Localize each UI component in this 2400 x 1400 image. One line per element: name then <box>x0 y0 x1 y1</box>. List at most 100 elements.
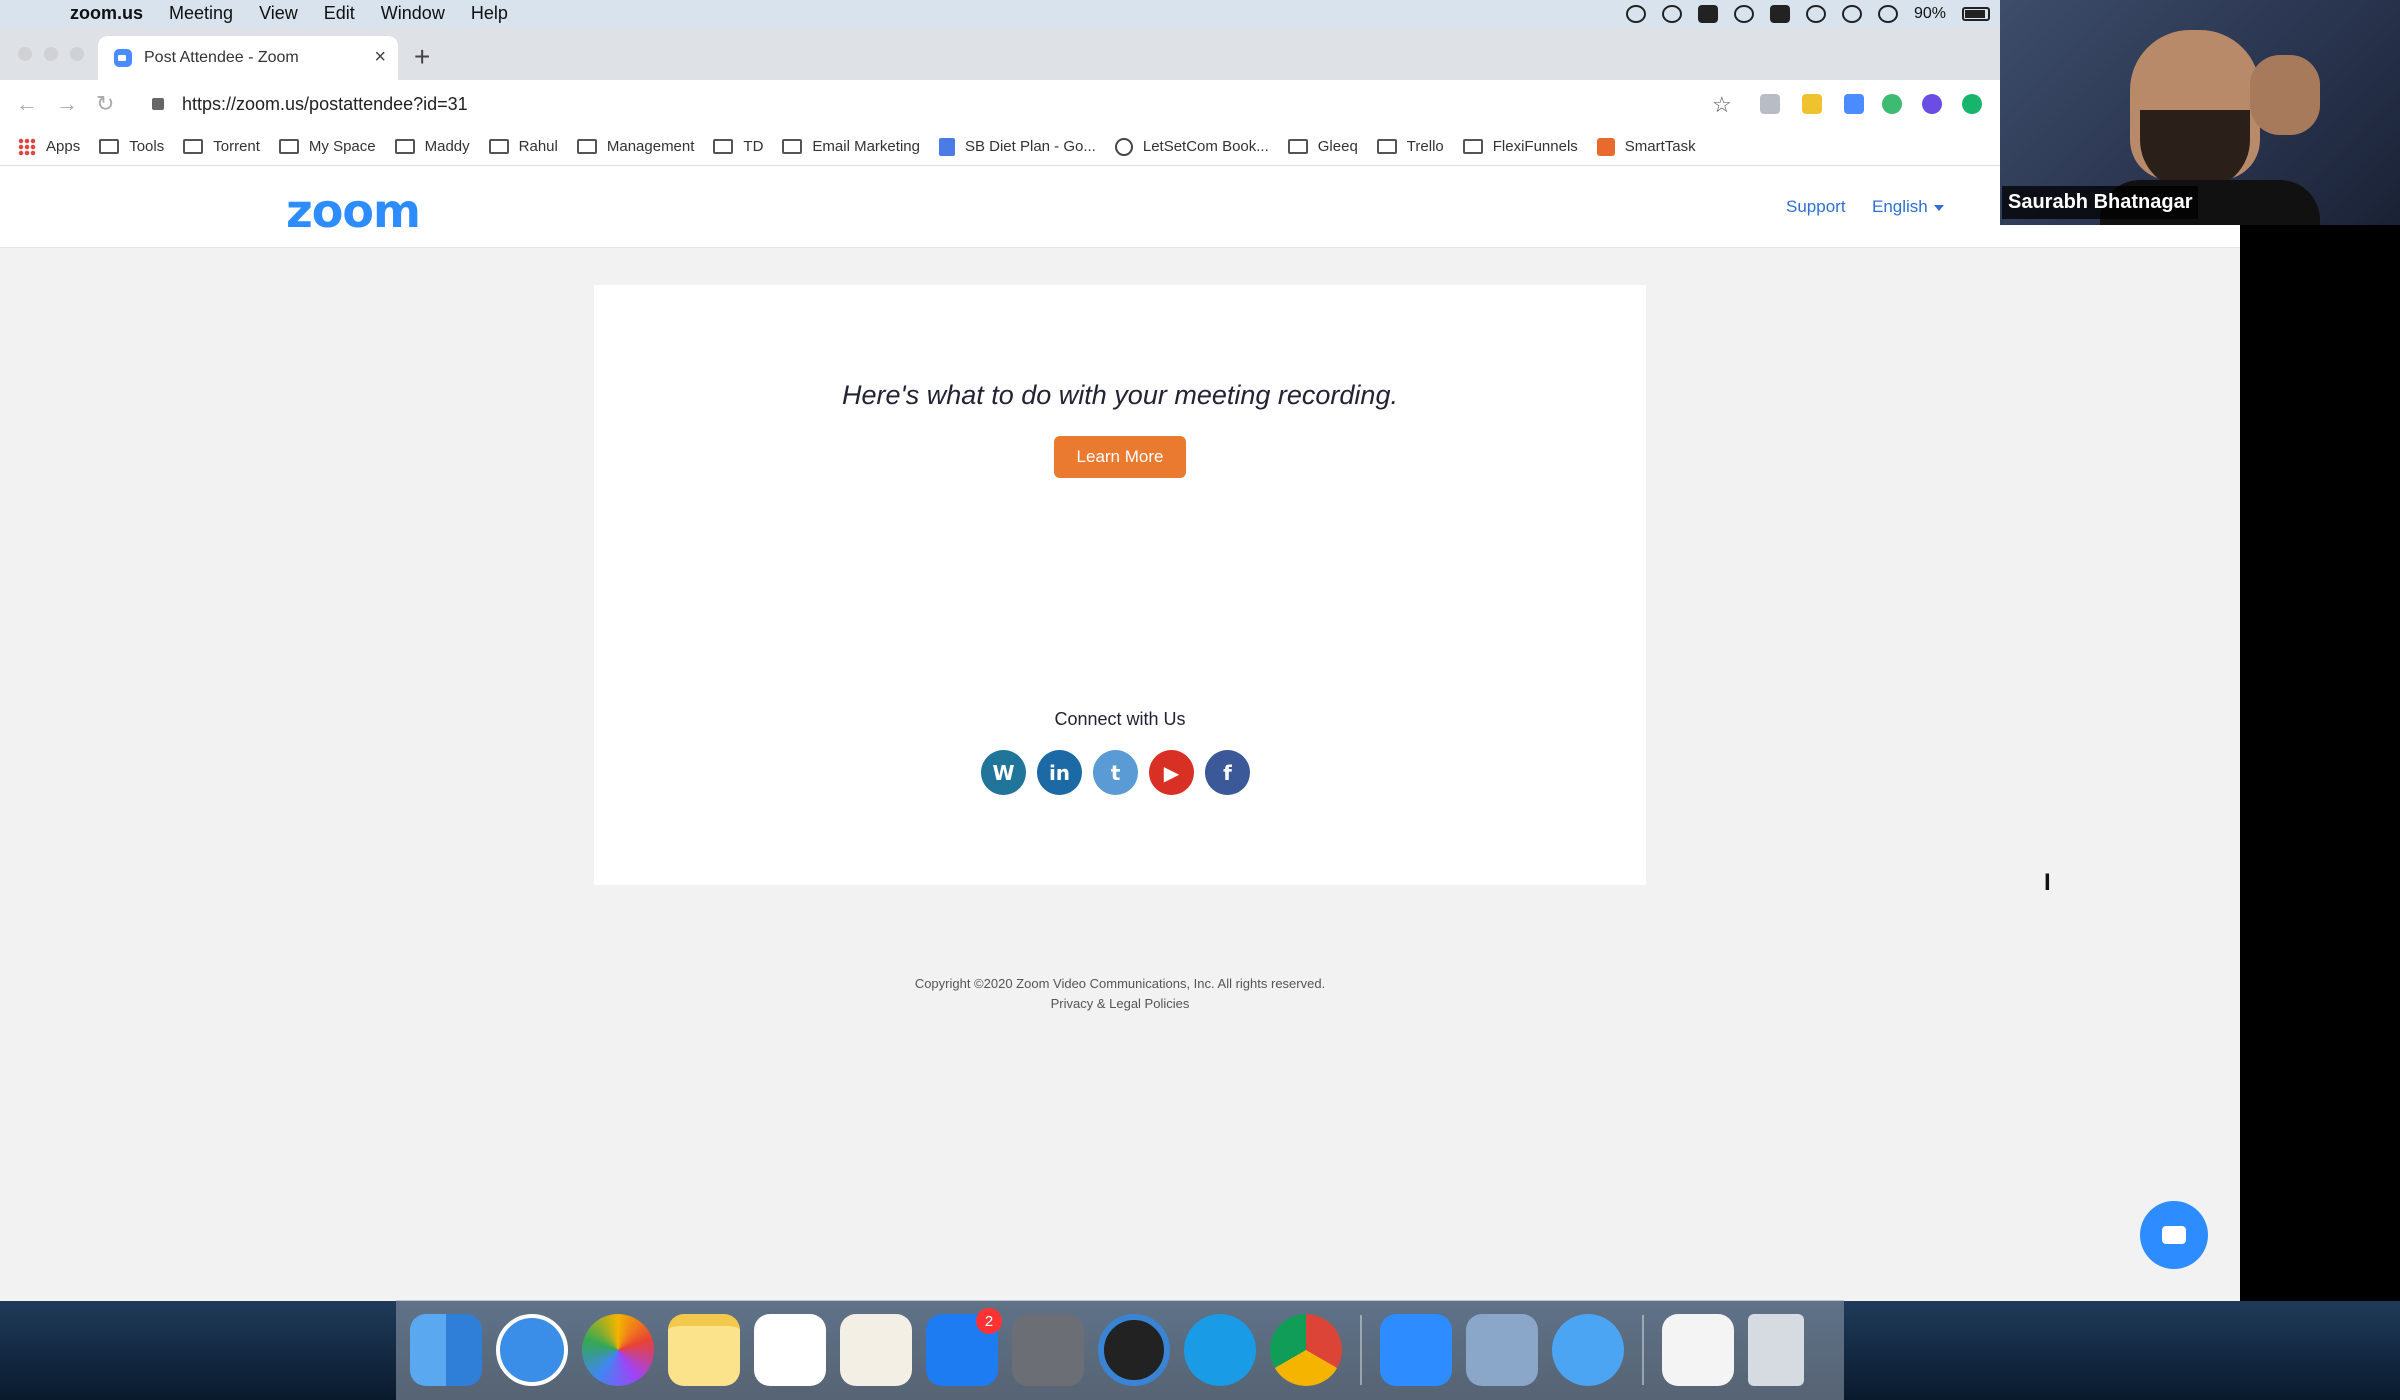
web-page: zoom Support English Here's what to do w… <box>0 166 2240 1301</box>
participant-hand <box>2250 55 2320 135</box>
bookmark-td[interactable]: TD <box>713 138 763 155</box>
bookmark-management[interactable]: Management <box>576 138 694 155</box>
bluetooth-icon[interactable] <box>1805 4 1826 23</box>
zoom-favicon-icon <box>114 49 132 67</box>
privacy-link[interactable]: Privacy & Legal Policies <box>594 994 1646 1014</box>
bookmark-gleeq[interactable]: Gleeq <box>1287 138 1358 155</box>
facebook-icon[interactable]: f <box>1205 750 1250 795</box>
bookmark-apps[interactable]: Apps <box>18 137 80 156</box>
reload-icon[interactable]: ↻ <box>96 91 120 117</box>
page-headline: Here's what to do with your meeting reco… <box>842 380 1398 410</box>
new-tab-icon[interactable]: + <box>414 41 430 73</box>
chrome-icon[interactable] <box>1270 1314 1342 1386</box>
connect-heading: Connect with Us <box>1054 709 1186 729</box>
maximize-window-button[interactable] <box>70 47 84 61</box>
wifi-icon[interactable] <box>1841 4 1862 23</box>
bookmark-my-space[interactable]: My Space <box>278 138 376 155</box>
footer: Copyright ©2020 Zoom Video Communication… <box>594 974 1646 1014</box>
language-label: English <box>1872 197 1928 216</box>
browser-window: Post Attendee - Zoom × + ← → ↻ https://z… <box>0 27 2000 166</box>
quicktime-icon[interactable] <box>1098 1314 1170 1386</box>
menu-help[interactable]: Help <box>471 3 508 24</box>
extension-gear-icon[interactable] <box>1922 94 1942 114</box>
bookmark-sb-diet-plan[interactable]: SB Diet Plan - Go... <box>938 137 1096 156</box>
black-background <box>2240 225 2400 1301</box>
volume-icon[interactable] <box>1877 4 1898 23</box>
support-link[interactable]: Support <box>1786 197 1846 217</box>
chat-button[interactable] <box>2140 1201 2208 1269</box>
zoom-app-icon[interactable] <box>1380 1314 1452 1386</box>
preview-icon[interactable] <box>1466 1314 1538 1386</box>
tab-post-attendee[interactable]: Post Attendee - Zoom × <box>98 36 398 80</box>
bookmark-maddy[interactable]: Maddy <box>394 138 470 155</box>
extension-check-icon[interactable] <box>1882 94 1902 114</box>
forward-icon[interactable]: → <box>56 91 80 117</box>
keynote-icon[interactable] <box>754 1314 826 1386</box>
folder-icon <box>1287 139 1308 154</box>
folder-icon <box>1376 139 1397 154</box>
minimize-window-button[interactable] <box>44 47 58 61</box>
bookmark-smarttask[interactable]: SmartTask <box>1596 137 1696 156</box>
participant-video[interactable]: Saurabh Bhatnagar <box>2000 0 2400 225</box>
bookmark-star-icon[interactable]: ☆ <box>1712 92 1732 118</box>
battery-icon[interactable] <box>1962 6 1990 21</box>
learn-more-button[interactable]: Learn More <box>1054 436 1186 478</box>
messages-icon[interactable] <box>1552 1314 1624 1386</box>
linkedin-icon[interactable]: in <box>1037 750 1082 795</box>
extension-eyedropper-icon[interactable] <box>1802 94 1822 114</box>
menu-view[interactable]: View <box>259 3 298 24</box>
creative-cloud-icon[interactable] <box>1661 4 1682 23</box>
menu-window[interactable]: Window <box>381 3 445 24</box>
menu-meeting[interactable]: Meeting <box>169 3 233 24</box>
extension-code-icon[interactable] <box>1760 94 1780 114</box>
close-tab-icon[interactable]: × <box>374 46 386 69</box>
browser-toolbar: ← → ↻ https://zoom.us/postattendee?id=31… <box>0 80 2000 128</box>
system-preferences-icon[interactable] <box>1012 1314 1084 1386</box>
tray-a-icon[interactable] <box>1769 4 1790 23</box>
pages-icon[interactable] <box>840 1314 912 1386</box>
social-links: W in t ▶ f <box>981 750 1250 795</box>
address-bar[interactable]: https://zoom.us/postattendee?id=31 <box>140 87 1740 121</box>
tab-strip: Post Attendee - Zoom × + <box>0 27 2000 80</box>
zoom-logo[interactable]: zoom <box>286 184 421 238</box>
folder-icon <box>488 139 509 154</box>
photos-icon[interactable] <box>582 1314 654 1386</box>
zoom-window-thumbnail-icon[interactable] <box>1662 1314 1734 1386</box>
bookmark-tools[interactable]: Tools <box>99 138 164 155</box>
bookmark-letsetcom[interactable]: LetSetCom Book... <box>1114 137 1269 156</box>
trash-icon[interactable] <box>1748 1314 1804 1386</box>
bookmark-flexifunnels[interactable]: FlexiFunnels <box>1462 138 1578 155</box>
folder-icon <box>1462 139 1483 154</box>
notes-icon[interactable] <box>668 1314 740 1386</box>
language-dropdown[interactable]: English <box>1872 197 1944 217</box>
safari-icon[interactable] <box>496 1314 568 1386</box>
wordpress-icon[interactable]: W <box>981 750 1026 795</box>
apps-grid-icon <box>18 137 36 156</box>
bookmark-rahul[interactable]: Rahul <box>488 138 558 155</box>
bookmark-torrent[interactable]: Torrent <box>183 138 260 155</box>
tray-app-icon[interactable] <box>1625 4 1646 23</box>
back-icon[interactable]: ← <box>16 91 40 117</box>
tray-k-icon[interactable] <box>1697 4 1718 23</box>
finder-icon[interactable] <box>410 1314 482 1386</box>
twitter-icon[interactable]: t <box>1093 750 1138 795</box>
participant-beard <box>2140 110 2250 190</box>
skype-icon[interactable] <box>1184 1314 1256 1386</box>
folder-icon <box>713 139 734 154</box>
bookmark-trello[interactable]: Trello <box>1376 138 1444 155</box>
extension-panel-icon[interactable] <box>1844 94 1864 114</box>
dock-separator <box>1360 1315 1362 1385</box>
bookmark-email-marketing[interactable]: Email Marketing <box>782 138 920 155</box>
cloud-icon[interactable] <box>1733 4 1754 23</box>
menu-app-name[interactable]: zoom.us <box>70 3 143 24</box>
app-store-icon[interactable]: 2 <box>926 1308 1002 1386</box>
folder-icon <box>576 139 597 154</box>
youtube-icon[interactable]: ▶ <box>1149 750 1194 795</box>
menu-edit[interactable]: Edit <box>324 3 355 24</box>
close-window-button[interactable] <box>18 47 32 61</box>
site-header: zoom Support English <box>0 166 2240 248</box>
lock-icon <box>152 98 164 110</box>
google-docs-icon <box>938 137 955 156</box>
bookmarks-bar: Apps Tools Torrent My Space Maddy Rahul … <box>0 128 2000 166</box>
grammarly-icon[interactable] <box>1962 94 1982 114</box>
